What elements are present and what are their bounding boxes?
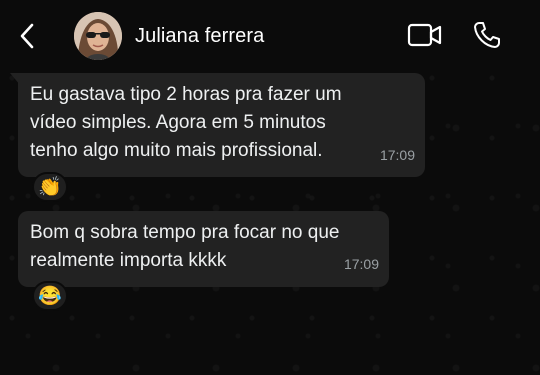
phone-icon (474, 22, 500, 48)
clapping-hands-emoji: 👏 (38, 177, 62, 198)
reaction-badge[interactable]: 😂 (32, 281, 68, 311)
chevron-left-icon (20, 23, 34, 49)
message-bubble[interactable]: Eu gastava tipo 2 horas pra fazer um víd… (18, 73, 425, 177)
laughing-emoji: 😂 (38, 286, 62, 307)
contact-name[interactable]: Juliana ferrera (135, 25, 264, 48)
video-camera-icon (407, 23, 442, 47)
message-time: 17:09 (343, 256, 379, 272)
reaction-badge[interactable]: 👏 (32, 172, 68, 202)
back-button[interactable] (14, 22, 40, 50)
message-bubble[interactable]: Bom q sobra tempo pra focar no que realm… (18, 211, 389, 287)
message-text: Eu gastava tipo 2 horas pra fazer um víd… (30, 84, 342, 161)
avatar[interactable] (74, 12, 122, 60)
chat-header: Juliana ferrera (0, 0, 540, 70)
avatar-image (74, 12, 122, 60)
message-time: 17:09 (379, 147, 415, 163)
message-text: Bom q sobra tempo pra focar no que realm… (30, 222, 340, 271)
voice-call-button[interactable] (472, 20, 502, 50)
video-call-button[interactable] (407, 22, 443, 48)
